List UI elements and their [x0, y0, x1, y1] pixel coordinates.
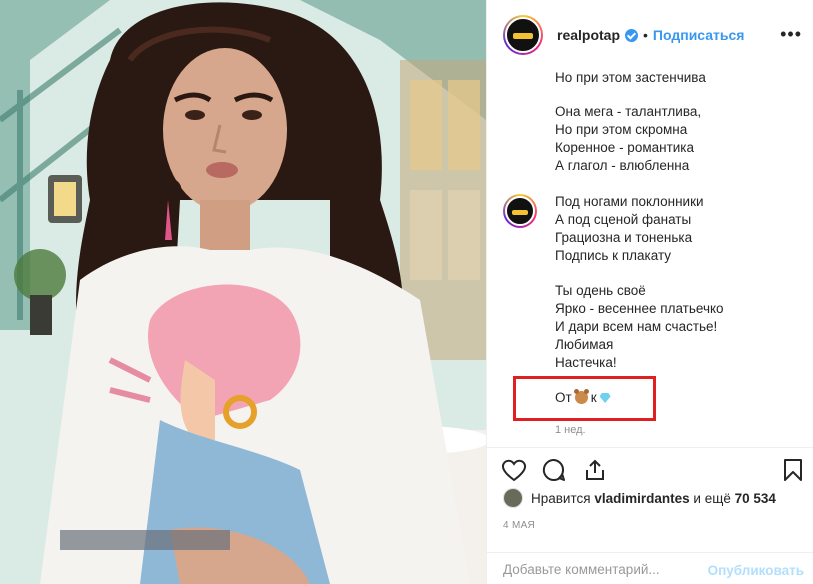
- follow-button[interactable]: Подписаться: [653, 27, 745, 43]
- caption-line: Любимая: [555, 337, 614, 352]
- post-date[interactable]: 4 МАЯ: [503, 520, 535, 531]
- share-icon[interactable]: [583, 458, 607, 482]
- post-header: realpotap • Подписаться •••: [487, 0, 813, 70]
- liker-avatar[interactable]: [503, 488, 523, 508]
- liker-username[interactable]: vladimirdantes: [594, 491, 689, 506]
- caption-line: Но при этом скромна: [555, 122, 688, 137]
- verified-badge-icon: [625, 28, 639, 42]
- caption-line: А под сценой фанаты: [555, 212, 692, 227]
- author-username[interactable]: realpotap: [557, 27, 620, 43]
- action-bar: [487, 447, 813, 493]
- comment-author-avatar[interactable]: [503, 194, 537, 228]
- heart-icon[interactable]: [501, 458, 527, 482]
- comment-input[interactable]: [503, 562, 703, 577]
- post-photo[interactable]: [0, 0, 486, 584]
- caption-line: Настечка!: [555, 355, 617, 370]
- caption-line: Под ногами поклонники: [555, 194, 704, 209]
- author-avatar[interactable]: [503, 15, 543, 55]
- caption-line: Она мега - талантлива,: [555, 104, 702, 119]
- caption-line: А глагол - влюбленна: [555, 158, 690, 173]
- post-side-panel: realpotap • Подписаться ••• Но при этом …: [486, 0, 813, 584]
- likes-count[interactable]: 70 534: [735, 491, 776, 506]
- comment-icon[interactable]: [541, 458, 567, 482]
- caption-line: Ярко - весеннее платьечко: [555, 301, 724, 316]
- likes-prefix: Нравится: [531, 490, 591, 506]
- caption-line: Подпись к плакату: [555, 248, 672, 263]
- header-separator: •: [643, 27, 648, 43]
- caption-line: Коренное - романтика: [555, 140, 695, 155]
- caption-line: Ты одень своё: [555, 283, 646, 298]
- avatar-image: [505, 17, 541, 53]
- comment-bar: Опубликовать: [487, 552, 813, 584]
- post-time-ago[interactable]: 1 нед.: [555, 424, 586, 436]
- likes-mid: и ещё: [693, 490, 731, 506]
- more-options-icon[interactable]: •••: [780, 24, 802, 45]
- bookmark-icon[interactable]: [783, 458, 803, 482]
- likes-line: Нравится vladimirdantes и ещё 70 534: [503, 488, 776, 508]
- caption-line: Грациозна и тоненька: [555, 230, 693, 245]
- publish-button[interactable]: Опубликовать: [708, 563, 804, 578]
- caption-line: И дари всем нам счастье!: [555, 319, 718, 334]
- caption-line: Но при этом застенчива: [555, 70, 706, 85]
- highlight-annotation-box: [513, 376, 656, 421]
- avatar-image: [505, 196, 535, 226]
- photo-illustration: [0, 0, 486, 584]
